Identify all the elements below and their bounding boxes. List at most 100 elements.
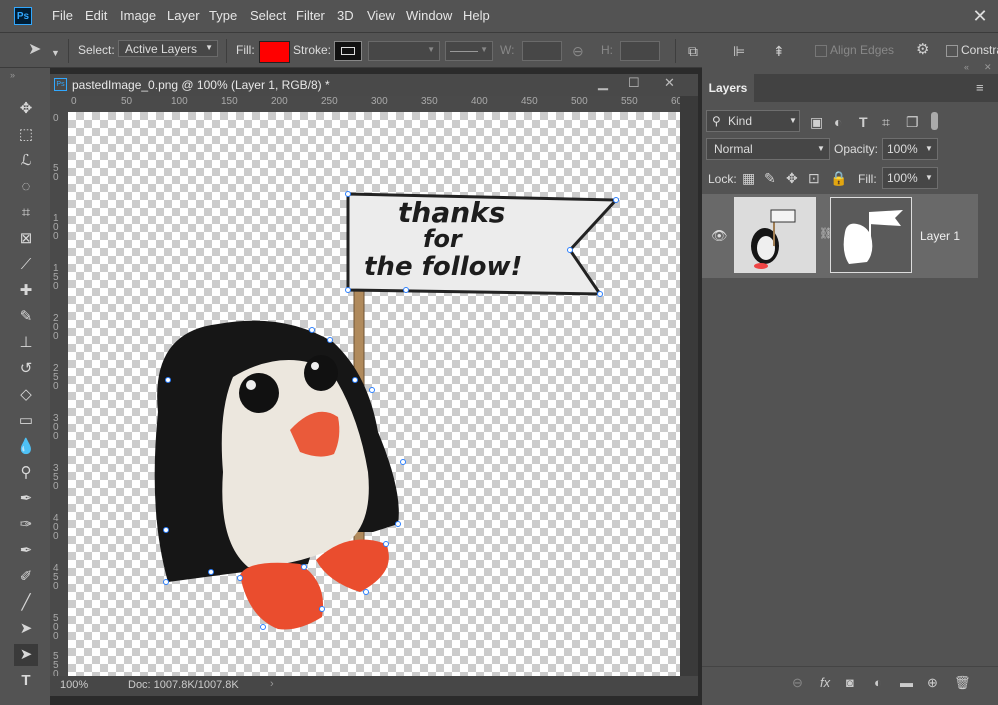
opacity-field[interactable]: 100% ▼ [882,138,938,160]
layer-row[interactable]: 👁 ⛓ Layer 1 [702,194,978,278]
fill-swatch[interactable] [259,41,290,63]
new-layer-icon[interactable]: ⊕ [927,675,938,691]
link-layers-icon[interactable]: ⊖ [792,675,803,691]
stroke-type-dropdown[interactable]: ▼ [445,41,493,61]
document-canvas[interactable]: thanks for the follow! [68,112,680,676]
stroke-width-field[interactable]: ▼ [368,41,440,61]
lock-pixels-icon[interactable]: ✎ [764,170,776,186]
fx-icon[interactable]: fx [820,675,830,690]
menu-window[interactable]: Window [406,8,452,23]
lock-position-icon[interactable]: ✥ [786,170,798,186]
align-edges-checkbox[interactable] [815,45,827,57]
tab-layers[interactable]: Layers [702,74,754,102]
frame-icon[interactable]: ⊠ [14,228,38,250]
ruler-tick: 4 0 0 [53,513,59,542]
select-dropdown[interactable]: Active Layers ▼ [118,40,218,57]
move-tool-icon[interactable]: ✥ [14,98,38,120]
menu-filter[interactable]: Filter [296,8,325,23]
vertical-scrollbar[interactable] [680,96,698,676]
menu-view[interactable]: View [367,8,395,23]
window-close-icon[interactable]: ✕ [962,0,998,32]
eye-icon[interactable]: 👁 [711,228,728,244]
gradient-icon[interactable]: ▭ [14,410,38,432]
menu-layer[interactable]: Layer [167,8,200,23]
gear-icon[interactable]: ⚙ [916,42,929,58]
stamp-icon[interactable]: ⊥ [14,332,38,354]
dodge-icon[interactable]: ⚲ [14,462,38,484]
path-alignment-icon[interactable]: ⊫ [733,43,745,59]
maximize-icon[interactable]: ☐ [628,75,640,91]
menu-3d[interactable]: 3D [337,8,354,23]
filter-adjustment-icon[interactable]: ◐ [834,114,842,130]
marquee-icon[interactable]: ⬚ [14,124,38,146]
menu-edit[interactable]: Edit [85,8,107,23]
pen-icon[interactable]: ✒ [14,488,38,510]
chevron-down-icon[interactable]: ▼ [51,45,60,61]
menu-help[interactable]: Help [463,8,490,23]
add-anchor-icon[interactable]: ✒ [14,540,38,562]
freeform-pen-icon[interactable]: ✑ [14,514,38,536]
sign-line-2: for [423,225,464,253]
line-icon[interactable]: ╱ [14,592,38,614]
filter-pixel-icon[interactable]: ▣ [810,114,823,130]
new-group-icon[interactable]: ▬ [900,675,913,690]
status-arrow-icon[interactable]: › [270,678,274,690]
constrain-label: Constra [961,43,998,57]
vector-mask-thumbnail[interactable] [830,197,912,273]
layer-name[interactable]: Layer 1 [920,229,960,243]
fill-label: Fill: [236,43,255,57]
lock-all-icon[interactable]: 🔒 [830,170,847,186]
eraser-icon[interactable]: ◇ [14,384,38,406]
crop-icon[interactable]: ⌗ [14,202,38,224]
healing-icon[interactable]: ✚ [14,280,38,302]
filter-toggle[interactable] [931,112,938,130]
type-icon[interactable]: T [14,670,38,692]
path-select-tool-icon[interactable]: ➤ [28,42,41,58]
stroke-swatch[interactable] [334,41,362,61]
blend-mode-dropdown[interactable]: Normal ▼ [706,138,830,160]
kind-filter-dropdown[interactable]: ⚲ Kind ▼ [706,110,800,132]
constrain-checkbox[interactable] [946,45,958,57]
search-icon: ⚲ [712,114,721,128]
panel-collapse-icon[interactable]: « [964,62,969,72]
path-arrangement-icon[interactable]: ⇞ [773,43,785,59]
layer-thumbnail[interactable] [734,197,816,273]
menu-image[interactable]: Image [120,8,156,23]
adjustment-layer-icon[interactable]: ◐ [874,675,882,690]
lock-artboard-icon[interactable]: ⊡ [808,170,820,186]
filter-shape-icon[interactable]: ⌗ [882,114,890,130]
opacity-label: Opacity: [834,142,879,156]
zoom-level[interactable]: 100% [60,679,88,691]
lock-transparency-icon[interactable]: ▦ [742,170,755,186]
quick-select-icon[interactable]: ◌ [14,176,38,198]
history-brush-icon[interactable]: ↺ [14,358,38,380]
brush-icon[interactable]: ✎ [14,306,38,328]
menu-type[interactable]: Type [209,8,237,23]
menu-select[interactable]: Select [250,8,286,23]
height-field[interactable] [620,41,660,61]
minimize-icon[interactable]: ▁ [598,75,608,91]
path-select-icon[interactable]: ➤ [14,618,38,640]
convert-anchor-icon[interactable]: ✐ [14,566,38,588]
panel-close-icon[interactable]: ✕ [984,62,992,73]
link-icon[interactable]: ⊖ [572,43,584,59]
menu-file[interactable]: File [52,8,73,23]
width-field[interactable] [522,41,562,61]
doc-close-icon[interactable]: ✕ [664,75,675,91]
photoshop-logo-icon: Ps [14,7,32,25]
panel-menu-icon[interactable]: ≡ [976,80,984,95]
align-edges-label: Align Edges [830,43,895,57]
path-operations-icon[interactable]: ⧉ [688,43,698,59]
filter-smart-object-icon[interactable]: ❐ [906,114,919,130]
ruler-tick: 250 [321,96,338,107]
add-mask-icon[interactable]: ◙ [846,675,854,690]
direct-select-icon[interactable]: ➤ [14,644,38,666]
eyedropper-icon[interactable]: ⟋ [14,254,38,276]
document-tab[interactable]: Ps pastedImage_0.png @ 100% (Layer 1, RG… [50,74,698,96]
lasso-icon[interactable]: ℒ [14,150,38,172]
blur-icon[interactable]: 💧 [14,436,38,458]
collapse-icon[interactable]: » [10,70,15,80]
fill-field[interactable]: 100% ▼ [882,167,938,189]
filter-type-icon[interactable]: T [859,114,868,130]
trash-icon[interactable]: 🗑 [954,675,971,691]
